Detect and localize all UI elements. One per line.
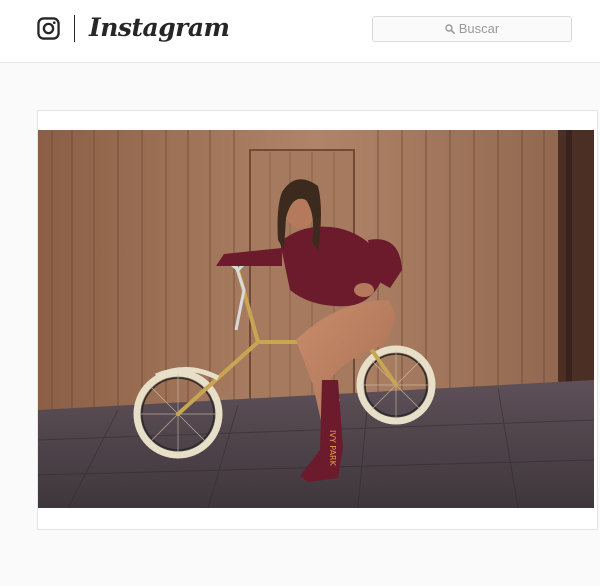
- boot-text: IVY PARK: [328, 430, 337, 467]
- search-input[interactable]: Buscar: [372, 16, 572, 42]
- instagram-camera-icon[interactable]: [37, 17, 60, 40]
- search-placeholder: Buscar: [458, 21, 500, 36]
- instagram-wordmark[interactable]: Instagram: [89, 10, 230, 46]
- logo-divider: [74, 15, 75, 42]
- post-photo[interactable]: IVY PARK: [38, 130, 594, 508]
- top-navigation-bar: Instagram Buscar: [0, 0, 600, 63]
- post-photo-illustration: IVY PARK: [38, 130, 594, 508]
- search-icon: [445, 24, 455, 34]
